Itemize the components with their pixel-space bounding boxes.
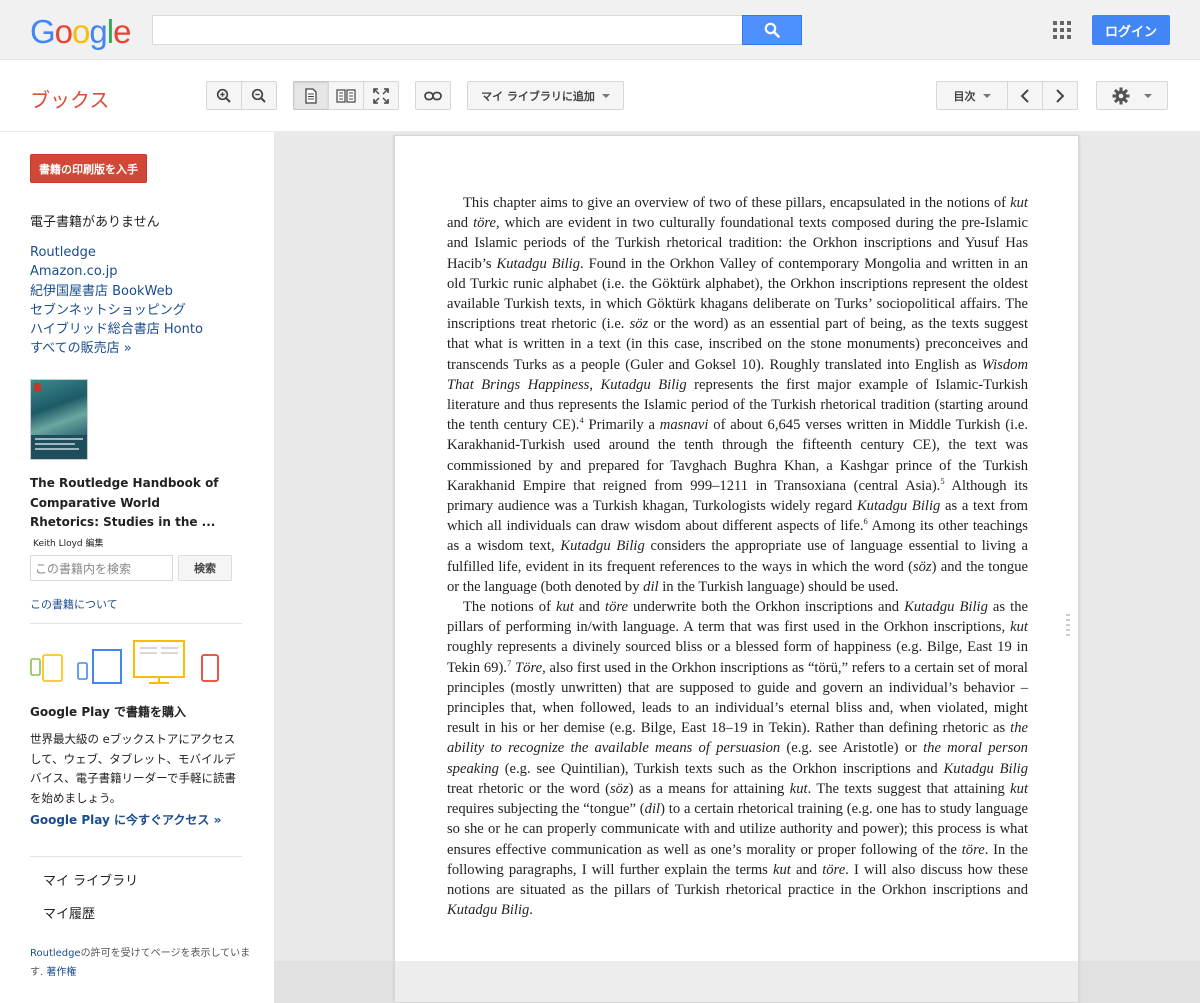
book-cover-image[interactable] [30, 379, 88, 460]
seller-link-seven-net[interactable]: セブンネットショッピング [30, 301, 203, 320]
in-book-search-input[interactable]: この書籍内を検索 [30, 555, 173, 581]
zoom-out-button[interactable] [241, 81, 277, 110]
next-page-button[interactable] [1042, 81, 1078, 110]
seller-link-honto[interactable]: ハイブリッド総合書店 Honto [30, 320, 203, 339]
logo-letter: o [54, 13, 73, 50]
single-page-view-icon [305, 87, 317, 104]
seller-list: Routledge Amazon.co.jp 紀伊国屋書店 BookWeb セブ… [30, 243, 203, 359]
get-print-book-button[interactable]: 書籍の印刷版を入手 [30, 154, 147, 183]
no-ebook-text: 電子書籍がありません [30, 215, 160, 230]
seller-link-kinokuniya[interactable]: 紀伊国屋書店 BookWeb [30, 282, 203, 301]
seller-link-all[interactable]: すべての販売店 » [30, 339, 203, 358]
settings-button[interactable] [1096, 81, 1168, 110]
toc-button[interactable]: 目次 [936, 81, 1008, 110]
page-text: This chapter aims to give an overview of… [447, 193, 1028, 920]
permission-notice: Routledgeの許可を受けてページを表示しています. 著作権 [30, 944, 262, 982]
viewer-bottom-overlay [274, 961, 1200, 1003]
chevron-down-icon [982, 93, 991, 98]
books-toolbar: ブックス マイ ライブラリに追加 目次 [0, 60, 1200, 132]
logo-letter: g [89, 13, 107, 50]
search-input[interactable] [152, 15, 743, 45]
search-icon [764, 22, 780, 38]
chevron-down-icon [601, 93, 610, 98]
paragraph: This chapter aims to give an overview of… [447, 195, 1029, 595]
google-play-description: 世界最大級の eブックストアにアクセスして、ウェブ、タブレット、モバイルデバイス… [30, 732, 236, 805]
google-logo[interactable]: Google [30, 13, 131, 51]
add-to-library-label: マイ ライブラリに追加 [481, 89, 595, 103]
add-to-library-button[interactable]: マイ ライブラリに追加 [467, 81, 624, 110]
logo-letter: e [113, 13, 131, 50]
zoom-in-button[interactable] [206, 81, 242, 110]
fullscreen-icon [373, 87, 389, 104]
book-viewer[interactable]: This chapter aims to give an overview of… [274, 132, 1200, 1003]
fullscreen-button[interactable] [363, 81, 399, 110]
zoom-in-icon [216, 88, 231, 103]
chevron-right-icon [1056, 88, 1065, 103]
chevron-down-icon [1144, 93, 1152, 98]
about-this-book-link[interactable]: この書籍について [30, 596, 118, 612]
books-brand[interactable]: ブックス [30, 84, 109, 113]
apps-grid-icon[interactable] [1053, 21, 1071, 39]
link-button[interactable] [415, 81, 451, 110]
devices-illustration [30, 640, 219, 684]
google-play-link[interactable]: Google Play に今すぐアクセス » [30, 811, 221, 828]
book-title: The Routledge Handbook of Comparative Wo… [30, 476, 219, 529]
google-play-heading: Google Play で書籍を購入 [30, 705, 186, 719]
single-page-view-button[interactable] [293, 81, 329, 110]
sidebar: 書籍の印刷版を入手 電子書籍がありません Routledge Amazon.co… [0, 132, 274, 1003]
zoom-out-icon [251, 88, 266, 103]
search-button[interactable] [742, 15, 802, 45]
top-bar: Google ログイン [0, 0, 1200, 60]
previous-page-button[interactable] [1007, 81, 1043, 110]
divider [30, 623, 242, 624]
seller-link-amazon[interactable]: Amazon.co.jp [30, 262, 203, 281]
link-icon [424, 91, 442, 100]
publisher-link[interactable]: Routledge [30, 948, 81, 959]
seller-link-routledge[interactable]: Routledge [30, 243, 203, 262]
gear-icon [1112, 87, 1130, 104]
book-page: This chapter aims to give an overview of… [394, 135, 1079, 1003]
page-watermark [1064, 614, 1072, 642]
login-button[interactable]: ログイン [1092, 15, 1170, 45]
toc-label: 目次 [953, 89, 976, 103]
copyright-link[interactable]: 著作権 [46, 967, 76, 978]
logo-letter: o [72, 13, 90, 50]
chevron-left-icon [1020, 88, 1029, 103]
logo-letter: G [30, 13, 56, 50]
my-history-link[interactable]: マイ履歴 [43, 903, 95, 922]
two-page-view-button[interactable] [328, 81, 364, 110]
book-editor: Keith Lloyd 編集 [33, 539, 104, 549]
my-library-link[interactable]: マイ ライブラリ [43, 870, 138, 889]
divider [30, 856, 242, 857]
in-book-search-button[interactable]: 検索 [178, 555, 232, 581]
paragraph: The notions of kut and töre underwrite b… [447, 599, 1029, 919]
two-page-view-icon [336, 88, 356, 103]
